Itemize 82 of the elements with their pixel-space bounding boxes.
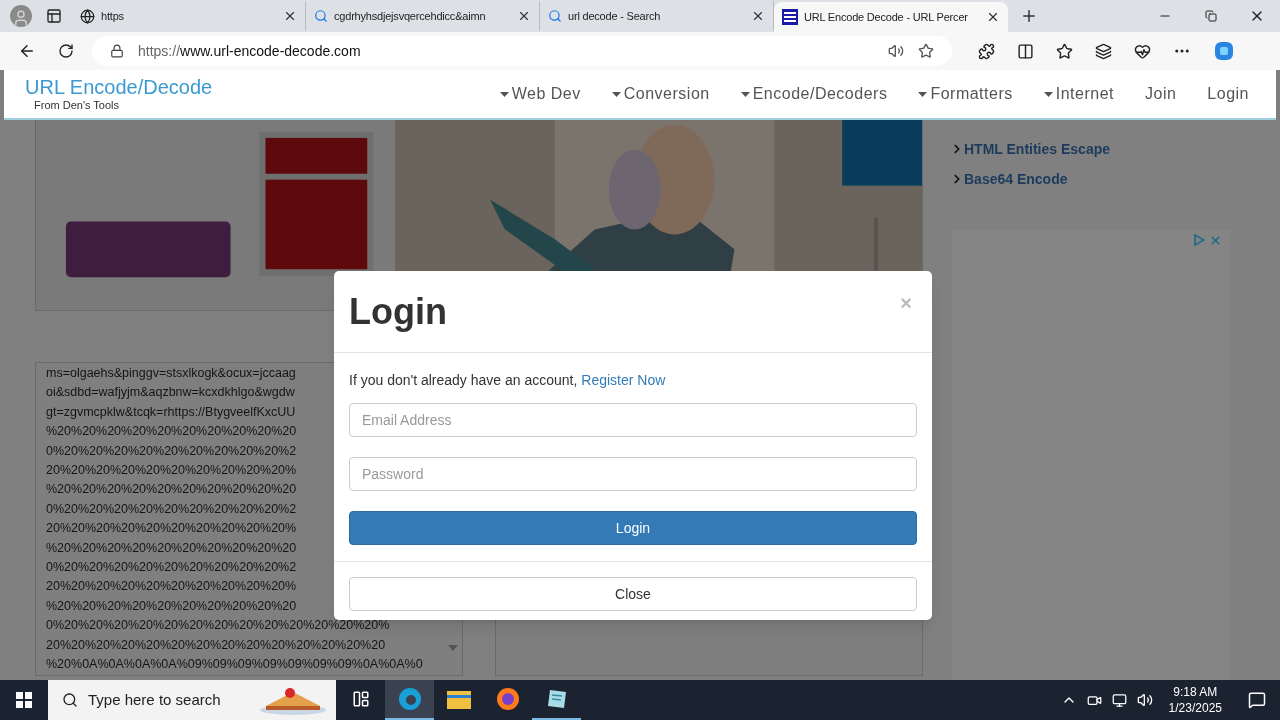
- caret-icon: [740, 91, 750, 97]
- nav-link[interactable]: Conversion: [611, 82, 710, 106]
- nav-link[interactable]: Encode/Decoders: [740, 82, 888, 106]
- text-line: 0%20%20%20%20%20%20%20%20%20%2: [46, 559, 297, 577]
- site-subtitle: From Den's Tools: [33, 98, 121, 112]
- tab-title: URL Encode Decode - URL Percer: [804, 9, 969, 25]
- nav-link[interactable]: Login: [1207, 82, 1249, 106]
- address-field[interactable]: https://www.url-encode-decode.com: [92, 36, 952, 66]
- close-icon[interactable]: [751, 9, 765, 23]
- text-line: %20%20%20%20%20%20%20%20%20%20: [46, 481, 297, 499]
- text-line: 0%20%20%20%20%20%20%20%20%20%20%20%20%20%: [46, 617, 390, 635]
- text-line: oi&sdbd=wafjyjm&aqzbnw=kcxdkhlgo&wgdw: [46, 384, 295, 402]
- notepad-icon: [545, 688, 568, 710]
- tab-title: url decode - Search: [568, 8, 662, 24]
- caret-icon: [499, 91, 509, 97]
- browser-icon: [495, 687, 520, 711]
- close-icon[interactable]: [517, 9, 531, 23]
- site-logo-icon: [782, 9, 798, 25]
- text-line: %20%20%20%20%20%20%20%20%20%20: [46, 423, 297, 441]
- folder-icon: [446, 689, 471, 709]
- read-aloud-icon[interactable]: [888, 43, 904, 59]
- browser-tab[interactable]: URL Encode Decode - URL Percer: [774, 2, 1008, 32]
- volume-icon[interactable]: [1136, 692, 1153, 708]
- text-line: 20%20%20%20%20%20%20%20%20%20%20%20%20%20: [46, 636, 386, 654]
- text-line: %20%20%20%20%20%20%20%20%20%20: [46, 597, 297, 615]
- login-button[interactable]: Login: [349, 511, 917, 545]
- favorites-icon[interactable]: [1056, 42, 1073, 60]
- text-line: ms=olgaehs&pinggv=stsxlkogk&ocux=jccaag: [46, 365, 296, 382]
- globe-icon: [80, 8, 95, 24]
- clock-time[interactable]: 9:18 AM: [1173, 684, 1218, 700]
- profile-avatar[interactable]: [10, 5, 32, 27]
- text-line: 20%20%20%20%20%20%20%20%20%20%: [46, 520, 297, 538]
- split-screen-icon[interactable]: [1017, 42, 1034, 60]
- close-icon[interactable]: [986, 10, 1000, 24]
- search-icon: [62, 692, 78, 708]
- lock-icon: [110, 44, 124, 58]
- text-line: %20%20%20%20%20%20%20%20%20%20: [46, 539, 297, 557]
- favorite-icon[interactable]: [918, 43, 934, 59]
- back-icon[interactable]: [18, 42, 36, 60]
- nav-link[interactable]: Join: [1145, 82, 1177, 106]
- caret-icon: [918, 91, 928, 97]
- browser-essentials-icon[interactable]: [1134, 42, 1151, 60]
- nav-link[interactable]: Formatters: [918, 82, 1013, 106]
- text-line: 20%20%20%20%20%20%20%20%20%20%: [46, 462, 297, 480]
- text-line: %20%0A%0A%0A%0A%09%09%09%09%09%09%09%0A%0A%0: [46, 656, 423, 674]
- network-icon[interactable]: [1111, 692, 1127, 708]
- email-field[interactable]: Email Address: [349, 403, 917, 437]
- taskbar-search-field[interactable]: Type here to search: [48, 680, 336, 720]
- collections-icon[interactable]: [1095, 42, 1112, 60]
- password-field[interactable]: Password: [349, 457, 917, 491]
- task-view-icon: [351, 690, 370, 708]
- notifications-icon[interactable]: [1248, 691, 1266, 709]
- clock-date[interactable]: 1/23/2025: [1168, 700, 1222, 716]
- extensions-icon[interactable]: [978, 42, 995, 60]
- windows-start-icon[interactable]: [16, 692, 32, 708]
- search-placeholder: Type here to search: [88, 689, 222, 710]
- search-icon: [548, 9, 562, 23]
- close-button[interactable]: Close: [349, 577, 917, 611]
- register-prompt: If you don't already have an account, Register Now: [349, 371, 667, 390]
- refresh-icon[interactable]: [58, 43, 74, 59]
- text-line: 0%20%20%20%20%20%20%20%20%20%2: [46, 442, 297, 460]
- tab-actions-icon[interactable]: [46, 8, 62, 24]
- tab-title: https: [101, 8, 125, 24]
- caret-icon: [1043, 91, 1053, 97]
- url-text: https://www.url-encode-decode.com: [138, 41, 362, 61]
- copilot-icon[interactable]: [1213, 40, 1235, 62]
- nav-link[interactable]: Web Dev: [499, 82, 581, 106]
- text-line: 20%20%20%20%20%20%20%20%20%20%: [46, 578, 297, 596]
- new-tab-icon[interactable]: [1020, 7, 1038, 25]
- browser-icon: [397, 687, 422, 711]
- search-icon: [314, 9, 328, 23]
- dialog-title: Login: [349, 291, 447, 333]
- browser-tab[interactable]: https: [72, 1, 306, 31]
- register-link[interactable]: Register Now: [581, 372, 666, 388]
- browser-tab[interactable]: cgdrhyhsdjejsvqercehdicc&aimn: [306, 1, 540, 31]
- nav-link[interactable]: Internet: [1043, 82, 1114, 106]
- text-line: gt=zgvmcpklw&tcqk=rhttps://BtygveelfKxcUU: [46, 403, 296, 421]
- tab-title: cgdrhyhsdjejsvqercehdicc&aimn: [334, 8, 487, 24]
- text-line: 0%20%20%20%20%20%20%20%20%20%2: [46, 500, 297, 518]
- caret-icon: [611, 91, 621, 97]
- close-icon[interactable]: [283, 9, 297, 23]
- restore-icon[interactable]: [1205, 10, 1217, 22]
